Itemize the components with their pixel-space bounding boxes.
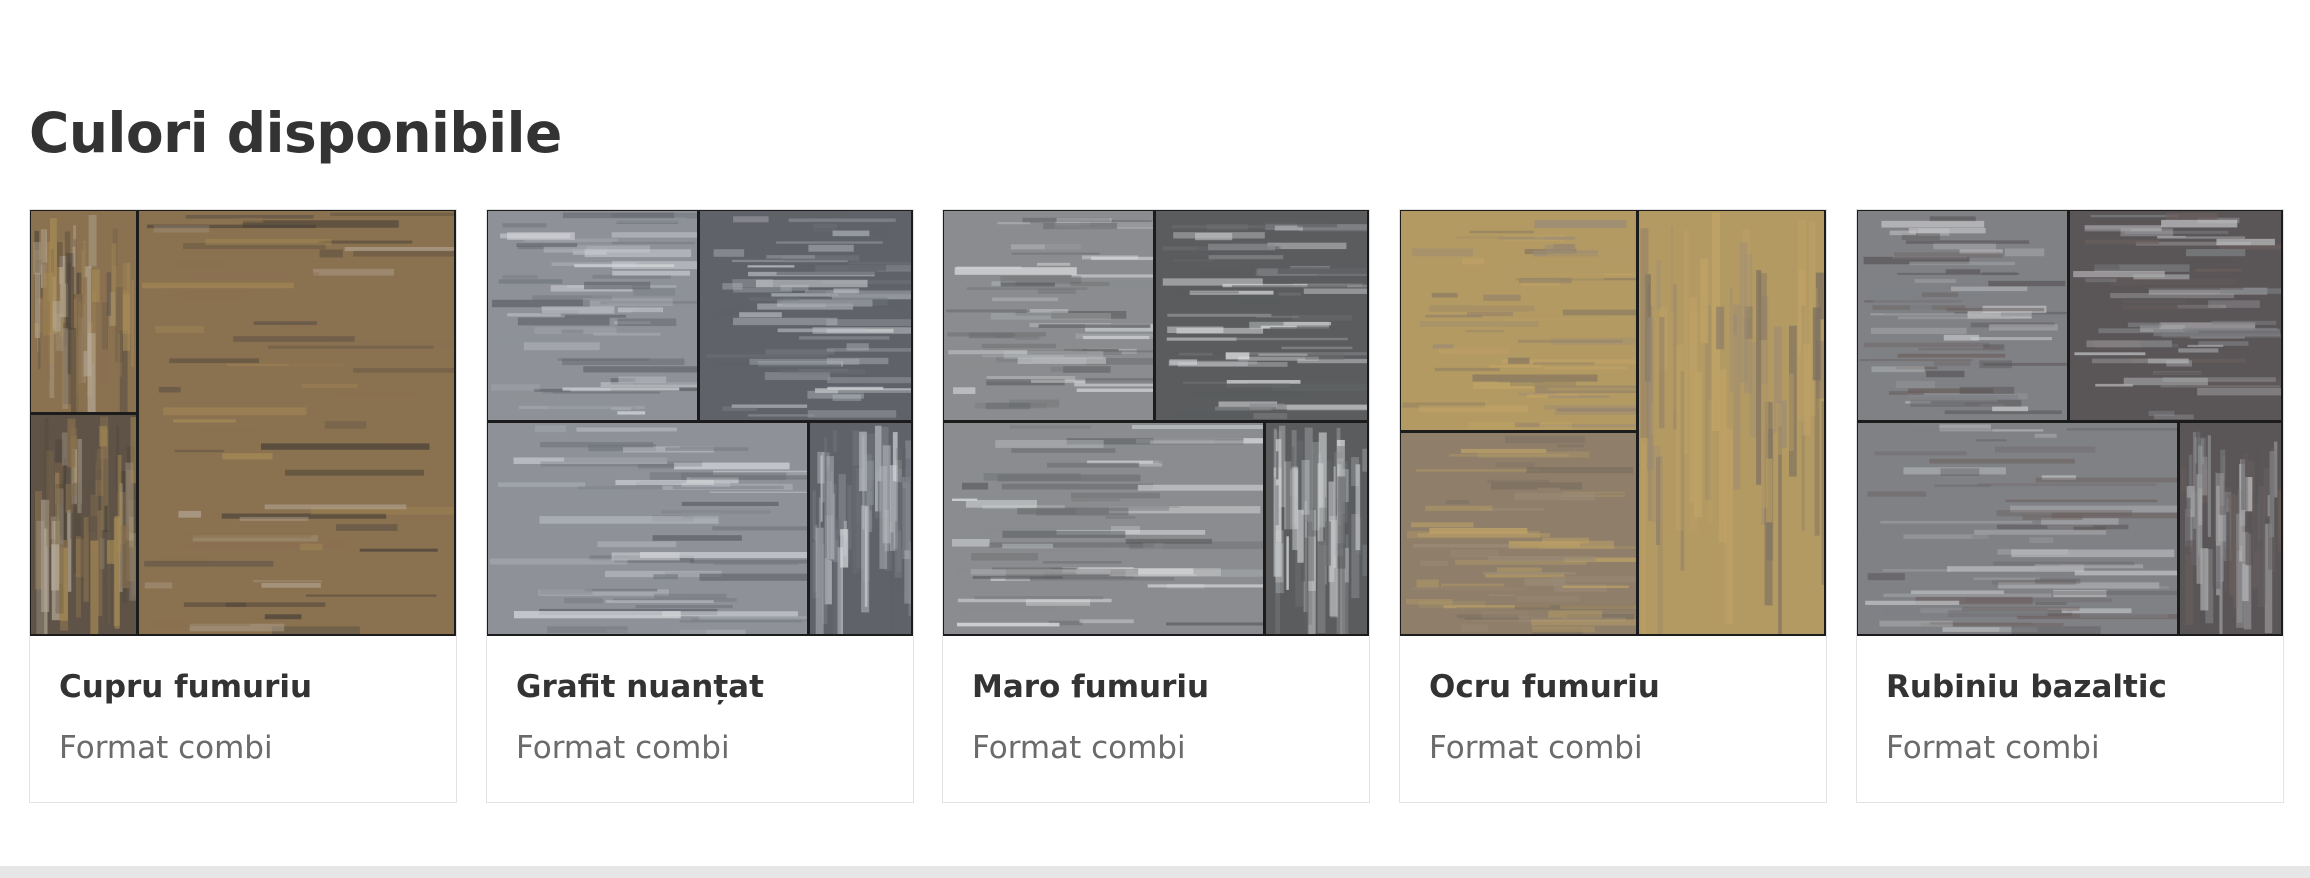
- color-name: Maro fumuriu: [972, 669, 1210, 705]
- paver-stone: [488, 211, 697, 420]
- color-format: Format combi: [972, 730, 1186, 766]
- paver-stone: [1266, 423, 1367, 634]
- color-card-list: Cupru fumuriu Format combi Grafit nuanța…: [29, 209, 2284, 805]
- color-format: Format combi: [1886, 730, 2100, 766]
- color-card[interactable]: Cupru fumuriu Format combi: [29, 209, 457, 803]
- color-swatch-image: [943, 210, 1369, 636]
- paver-stone: [139, 211, 454, 634]
- color-name: Cupru fumuriu: [59, 669, 313, 705]
- paver-stone: [810, 423, 911, 634]
- paver-stone: [1639, 211, 1824, 634]
- paver-stone: [944, 423, 1263, 634]
- color-card[interactable]: Maro fumuriu Format combi: [942, 209, 1370, 803]
- paver-stone: [31, 415, 136, 634]
- color-name: Rubiniu bazaltic: [1886, 669, 2167, 705]
- paver-stone: [1858, 211, 2067, 420]
- footer-divider: [0, 866, 2310, 878]
- color-name: Grafit nuanțat: [516, 669, 764, 705]
- color-swatch-image: [487, 210, 913, 636]
- color-card[interactable]: Ocru fumuriu Format combi: [1399, 209, 1827, 803]
- color-name: Ocru fumuriu: [1429, 669, 1660, 705]
- paver-stone: [2070, 211, 2281, 420]
- color-format: Format combi: [59, 730, 273, 766]
- paver-stone: [31, 211, 136, 412]
- color-swatch-image: [1400, 210, 1826, 636]
- color-card[interactable]: Grafit nuanțat Format combi: [486, 209, 914, 803]
- color-swatch-image: [30, 210, 456, 636]
- color-card[interactable]: Rubiniu bazaltic Format combi: [1856, 209, 2284, 803]
- paver-stone: [1156, 211, 1367, 420]
- paver-stone: [700, 211, 911, 420]
- color-format: Format combi: [1429, 730, 1643, 766]
- color-format: Format combi: [516, 730, 730, 766]
- page: Culori disponibile Cupru fumuriu Format …: [0, 0, 2310, 878]
- section-title: Culori disponibile: [29, 101, 562, 165]
- paver-stone: [2180, 423, 2281, 634]
- color-swatch-image: [1857, 210, 2283, 636]
